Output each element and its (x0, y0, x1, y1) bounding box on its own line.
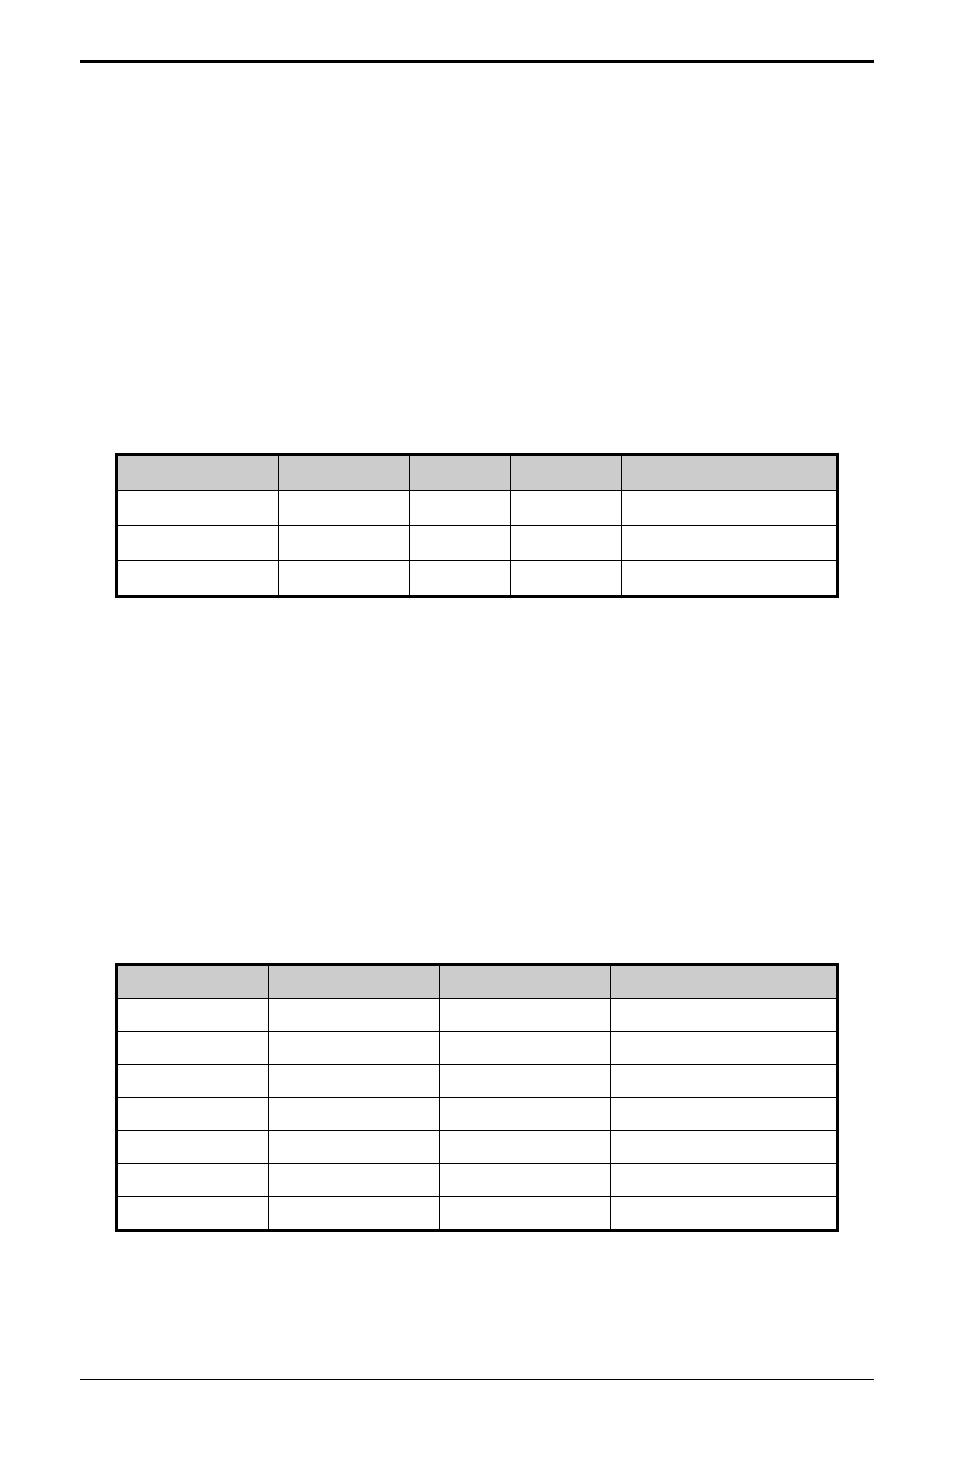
table-row (117, 1197, 838, 1231)
table2-cell (117, 1032, 269, 1065)
table1-cell (622, 526, 838, 561)
table1-cell (117, 526, 279, 561)
table1-cell (622, 491, 838, 526)
top-rule (80, 60, 874, 63)
table2-cell (440, 1131, 611, 1164)
table-row (117, 526, 838, 561)
table2-cell (117, 1065, 269, 1098)
table2-header-cell (269, 965, 440, 999)
table1-cell (410, 561, 511, 597)
table2-header-row (117, 965, 838, 999)
table1-cell (410, 491, 511, 526)
table1-cell (279, 561, 410, 597)
table2-cell (611, 1065, 838, 1098)
table2-cell (611, 1164, 838, 1197)
table2-cell (117, 1131, 269, 1164)
table2-cell (440, 999, 611, 1032)
table2-cell (117, 1197, 269, 1231)
table-row (117, 999, 838, 1032)
table2-cell (611, 999, 838, 1032)
table2-header-cell (117, 965, 269, 999)
table2-cell (440, 1065, 611, 1098)
table2-cell (269, 1032, 440, 1065)
table2-cell (117, 1164, 269, 1197)
table-row (117, 1098, 838, 1131)
table1-cell (117, 561, 279, 597)
table2-cell (440, 1098, 611, 1131)
content-spacer-2 (80, 628, 874, 933)
table2-cell (269, 1098, 440, 1131)
table2-cell (611, 1098, 838, 1131)
table1-header-cell (511, 455, 622, 491)
table2-cell (269, 1164, 440, 1197)
table2-cell (611, 1131, 838, 1164)
table2-cell (611, 1032, 838, 1065)
table2-container (115, 963, 839, 1232)
table1 (115, 453, 839, 598)
table1-header-cell (117, 455, 279, 491)
table2-header-cell (440, 965, 611, 999)
table2-cell (611, 1197, 838, 1231)
table-row (117, 1065, 838, 1098)
table1-cell (511, 491, 622, 526)
table1-cell (622, 561, 838, 597)
table1-container (115, 453, 839, 598)
table2-cell (440, 1197, 611, 1231)
table-row (117, 1164, 838, 1197)
content-spacer-1 (80, 93, 874, 423)
table2-cell (269, 1131, 440, 1164)
table-row (117, 491, 838, 526)
table1-cell (279, 491, 410, 526)
table2-header-cell (611, 965, 838, 999)
bottom-rule (80, 1379, 874, 1380)
table1-cell (511, 561, 622, 597)
table2-cell (269, 1197, 440, 1231)
table1-header-cell (279, 455, 410, 491)
table1-cell (279, 526, 410, 561)
table1-cell (511, 526, 622, 561)
table2-cell (117, 1098, 269, 1131)
table2 (115, 963, 839, 1232)
table1-header-cell (622, 455, 838, 491)
table1-cell (410, 526, 511, 561)
table1-header-cell (410, 455, 511, 491)
table2-cell (269, 999, 440, 1032)
table2-cell (440, 1164, 611, 1197)
table2-cell (269, 1065, 440, 1098)
table1-cell (117, 491, 279, 526)
table-row (117, 1032, 838, 1065)
table2-cell (117, 999, 269, 1032)
table-row (117, 561, 838, 597)
table2-cell (440, 1032, 611, 1065)
table-row (117, 1131, 838, 1164)
table1-header-row (117, 455, 838, 491)
